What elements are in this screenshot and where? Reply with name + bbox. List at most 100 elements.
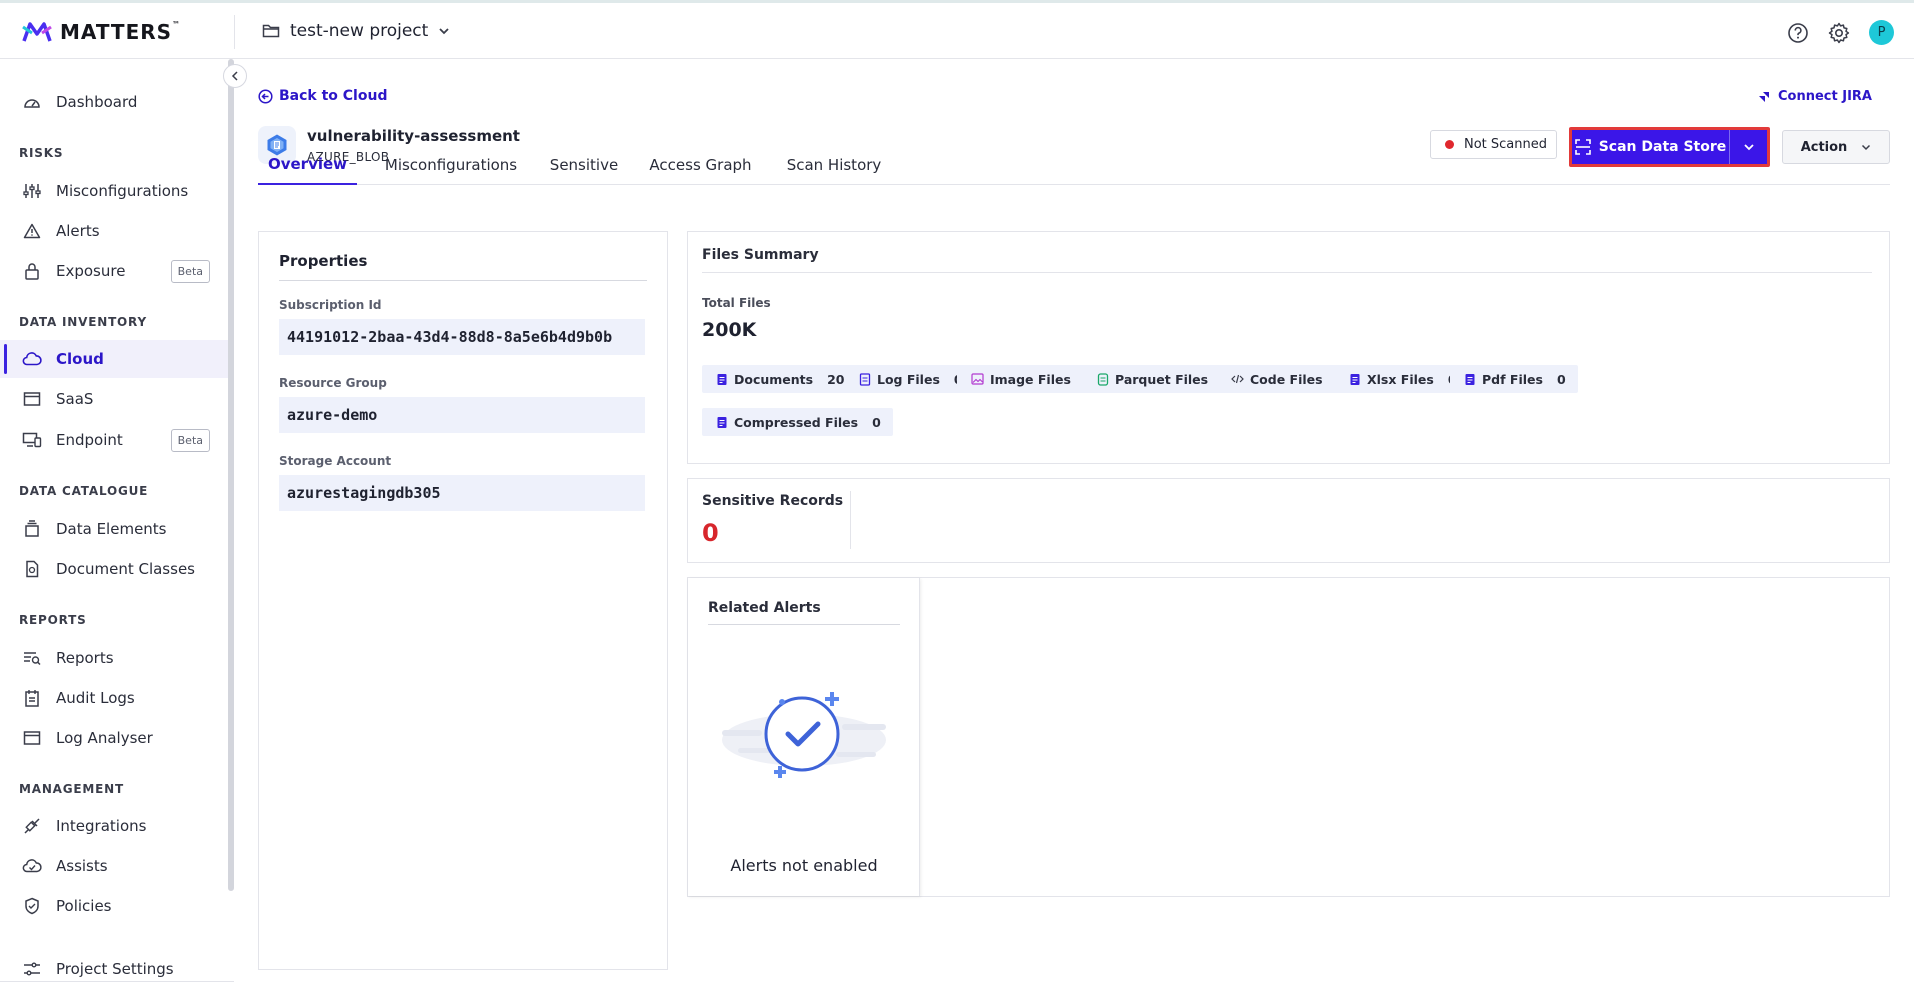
folder-icon: [262, 24, 280, 38]
sensitive-records-value: 0: [702, 519, 719, 547]
log-file-icon: [859, 372, 871, 386]
total-files-value: 200K: [702, 319, 757, 341]
stack-icon: [22, 519, 42, 539]
sidebar-item-label: Integrations: [56, 817, 147, 835]
related-alerts-card: Related Alerts Alerts not enabled: [688, 578, 920, 896]
help-icon[interactable]: [1787, 22, 1809, 44]
matters-logo-icon: [22, 22, 52, 42]
tab-bar: Overview Misconfigurations Sensitive Acc…: [258, 145, 1890, 185]
sidebar-item-alerts[interactable]: Alerts: [0, 212, 228, 250]
cloud-icon: [22, 349, 42, 369]
tab-overview[interactable]: Overview: [258, 145, 357, 185]
sidebar-item-document-classes[interactable]: Document Classes: [0, 550, 228, 588]
matters-logo[interactable]: MATTERS™: [22, 20, 181, 44]
divider: [702, 272, 1872, 273]
window-icon: [22, 389, 42, 409]
sidebar-item-label: Data Elements: [56, 520, 167, 538]
sidebar: Dashboard RISKS Misconfigurations Alerts…: [0, 59, 234, 995]
sidebar-item-label: Endpoint: [56, 431, 123, 449]
sidebar-item-audit-logs[interactable]: Audit Logs: [0, 679, 228, 717]
sidebar-item-saas[interactable]: SaaS: [0, 380, 228, 418]
tab-access-graph[interactable]: Access Graph: [645, 145, 756, 185]
sidebar-item-log-analyser[interactable]: Log Analyser: [0, 719, 228, 757]
avatar[interactable]: P: [1869, 20, 1894, 45]
sidebar-item-label: Exposure: [56, 262, 126, 280]
sidebar-item-label: Assists: [56, 857, 108, 875]
section-reports: REPORTS: [19, 613, 87, 627]
beta-badge: Beta: [170, 259, 210, 283]
subscription-id-value: 44191012-2baa-43d4-88d8-8a5e6b4d9b0b: [279, 319, 645, 355]
resource-group-label: Resource Group: [279, 376, 387, 390]
file-chip-log-files[interactable]: Log Files0: [845, 365, 975, 393]
properties-panel: Properties Subscription Id 44191012-2baa…: [258, 231, 668, 970]
lock-icon: [22, 261, 42, 281]
tab-sensitive[interactable]: Sensitive: [545, 145, 623, 185]
tab-misconfigurations[interactable]: Misconfigurations: [379, 145, 523, 185]
document-icon: [717, 373, 727, 385]
section-data-inventory: DATA INVENTORY: [19, 315, 147, 329]
sidebar-item-endpoint[interactable]: Endpoint Beta: [0, 421, 228, 459]
plug-icon: [22, 816, 42, 836]
back-to-cloud-link[interactable]: Back to Cloud: [258, 88, 387, 104]
sidebar-item-label: Project Settings: [56, 960, 174, 978]
compressed-file-icon: [717, 416, 727, 428]
total-files-label: Total Files: [702, 296, 771, 310]
divider: [850, 491, 851, 549]
top-actions: P: [1787, 20, 1894, 45]
report-search-icon: [22, 648, 42, 668]
image-file-icon: [971, 373, 984, 385]
files-summary-panel: Files Summary Total Files 200K Documents…: [687, 231, 1890, 464]
section-risks: RISKS: [19, 146, 64, 160]
clipboard-icon: [22, 688, 42, 708]
properties-title: Properties: [279, 252, 368, 270]
tab-scan-history[interactable]: Scan History: [778, 145, 890, 185]
project-name: test-new project: [290, 21, 429, 41]
sidebar-collapse-button[interactable]: [223, 64, 247, 88]
sidebar-item-policies[interactable]: Policies: [0, 887, 228, 925]
sidebar-item-cloud[interactable]: Cloud: [0, 340, 228, 378]
sidebar-item-exposure[interactable]: Exposure Beta: [0, 252, 228, 290]
devices-icon: [22, 430, 42, 450]
sidebar-item-data-elements[interactable]: Data Elements: [0, 510, 228, 548]
sidebar-item-label: Cloud: [56, 350, 104, 368]
sidebar-item-label: Document Classes: [56, 560, 195, 578]
related-alerts-section: Related Alerts Alerts not enabled: [687, 577, 1890, 897]
dashboard-icon: [22, 92, 42, 112]
connect-jira-link[interactable]: Connect JIRA: [1758, 89, 1872, 104]
project-selector[interactable]: test-new project: [262, 21, 450, 41]
document-icon: [22, 559, 42, 579]
section-management: MANAGEMENT: [19, 782, 124, 796]
sidebar-item-misconfigurations[interactable]: Misconfigurations: [0, 172, 228, 210]
sidebar-item-label: Log Analyser: [56, 729, 153, 747]
resource-name: vulnerability-assessment: [307, 127, 520, 145]
jira-icon: [1759, 91, 1769, 102]
chevron-down-icon: [439, 28, 449, 35]
sidebar-item-label: Audit Logs: [56, 689, 135, 707]
beta-badge: Beta: [170, 428, 210, 452]
arrow-left-circle-icon: [258, 88, 273, 104]
files-summary-title: Files Summary: [702, 247, 819, 263]
gear-icon[interactable]: [1827, 21, 1851, 45]
warning-icon: [22, 221, 42, 241]
shield-icon: [22, 896, 42, 916]
sidebar-item-dashboard[interactable]: Dashboard: [0, 83, 228, 121]
sliders-icon: [22, 181, 42, 201]
sidebar-item-label: Reports: [56, 649, 114, 667]
file-chip-compressed-files[interactable]: Compressed Files 0: [702, 408, 893, 436]
main-content: Back to Cloud Connect JIRA vulnerability…: [234, 59, 1914, 995]
sidebar-item-label: Dashboard: [56, 93, 138, 111]
top-divider: [234, 15, 235, 49]
subscription-id-label: Subscription Id: [279, 298, 382, 312]
sidebar-item-assists[interactable]: Assists: [0, 847, 228, 885]
logo-text: MATTERS™: [60, 20, 182, 44]
terminal-icon: [22, 728, 42, 748]
sidebar-item-integrations[interactable]: Integrations: [0, 807, 228, 845]
check-circle-illustration: [722, 692, 886, 778]
file-chip-xlsx-files[interactable]: Xlsx Files0: [1335, 365, 1469, 393]
sidebar-item-project-settings[interactable]: Project Settings: [0, 950, 228, 988]
sidebar-item-label: Alerts: [56, 222, 100, 240]
chevron-left-icon: [231, 71, 238, 81]
resource-group-value: azure-demo: [279, 397, 645, 433]
file-chip-pdf-files[interactable]: Pdf Files 0: [1450, 365, 1578, 393]
sidebar-item-reports[interactable]: Reports: [0, 639, 228, 677]
